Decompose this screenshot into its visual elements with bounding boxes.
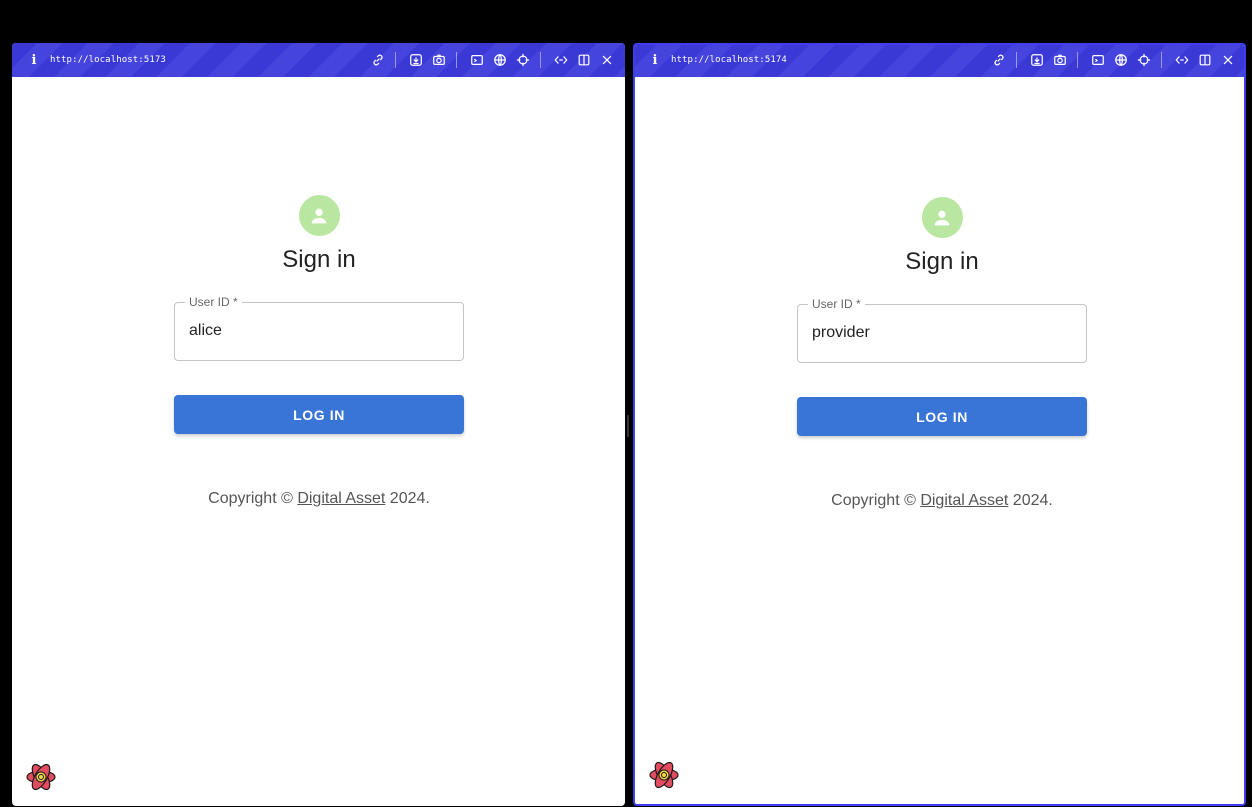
- link-icon[interactable]: [368, 50, 388, 70]
- digital-asset-link[interactable]: Digital Asset: [920, 492, 1008, 509]
- browser-pane-right: i http://localhost:5174 Sign in User ID …: [633, 43, 1246, 806]
- toolbar-separator: [395, 52, 396, 68]
- avatar: [921, 197, 963, 238]
- page-title: Sign in: [282, 246, 356, 273]
- avatar: [298, 195, 340, 236]
- toolbar-separator: [540, 52, 541, 68]
- crosshair-icon[interactable]: [1134, 50, 1154, 70]
- info-icon[interactable]: i: [24, 53, 44, 68]
- login-button[interactable]: LOG IN: [174, 395, 464, 434]
- camera-icon[interactable]: [1050, 50, 1070, 70]
- user-id-label: User ID *: [185, 295, 242, 309]
- user-id-field[interactable]: User ID * provider: [797, 297, 1087, 363]
- code-icon[interactable]: [551, 50, 571, 70]
- toolbar-separator: [456, 52, 457, 68]
- page-title: Sign in: [905, 248, 979, 275]
- toolbar-separator: [1161, 52, 1162, 68]
- terminal-icon[interactable]: [467, 50, 487, 70]
- sign-in-form: Sign in User ID * alice LOG IN Copyright…: [174, 195, 464, 508]
- copyright-suffix: 2024.: [385, 490, 430, 507]
- copyright-prefix: Copyright ©: [831, 492, 921, 509]
- copyright-suffix: 2024.: [1008, 492, 1053, 509]
- user-id-field[interactable]: User ID * alice: [174, 295, 464, 361]
- top-bar: [0, 0, 1252, 37]
- user-id-value[interactable]: alice: [189, 322, 222, 340]
- react-devtools-icon[interactable]: [648, 759, 680, 791]
- close-icon[interactable]: [1218, 50, 1238, 70]
- pane-toolbar: i http://localhost:5173: [12, 43, 625, 77]
- globe-icon[interactable]: [1111, 50, 1131, 70]
- react-devtools-icon[interactable]: [25, 761, 57, 793]
- copyright-prefix: Copyright ©: [208, 490, 298, 507]
- pane-toolbar: i http://localhost:5174: [635, 45, 1244, 77]
- toolbar-separator: [1077, 52, 1078, 68]
- globe-icon[interactable]: [490, 50, 510, 70]
- link-icon[interactable]: [989, 50, 1009, 70]
- url-text[interactable]: http://localhost:5174: [671, 55, 787, 65]
- info-icon[interactable]: i: [645, 53, 665, 68]
- camera-icon[interactable]: [429, 50, 449, 70]
- sign-in-form: Sign in User ID * provider LOG IN Copyri…: [797, 197, 1087, 510]
- copyright: Copyright © Digital Asset 2024.: [208, 490, 430, 508]
- code-icon[interactable]: [1172, 50, 1192, 70]
- split-icon[interactable]: [1195, 50, 1215, 70]
- split-icon[interactable]: [574, 50, 594, 70]
- toolbar-tools: [365, 43, 617, 77]
- login-button[interactable]: LOG IN: [797, 397, 1087, 436]
- person-icon: [934, 210, 950, 225]
- pane-divider-handle[interactable]: [627, 415, 629, 437]
- close-icon[interactable]: [597, 50, 617, 70]
- toolbar-separator: [1016, 52, 1017, 68]
- toolbar-tools: [986, 45, 1238, 77]
- person-icon: [311, 208, 327, 223]
- copyright: Copyright © Digital Asset 2024.: [831, 492, 1053, 510]
- url-text[interactable]: http://localhost:5173: [50, 55, 166, 65]
- download-icon[interactable]: [406, 50, 426, 70]
- browser-pane-left: i http://localhost:5173 Sign in User ID …: [12, 43, 625, 806]
- user-id-value[interactable]: provider: [812, 324, 870, 342]
- digital-asset-link[interactable]: Digital Asset: [297, 490, 385, 507]
- terminal-icon[interactable]: [1088, 50, 1108, 70]
- download-icon[interactable]: [1027, 50, 1047, 70]
- crosshair-icon[interactable]: [513, 50, 533, 70]
- user-id-label: User ID *: [808, 297, 865, 311]
